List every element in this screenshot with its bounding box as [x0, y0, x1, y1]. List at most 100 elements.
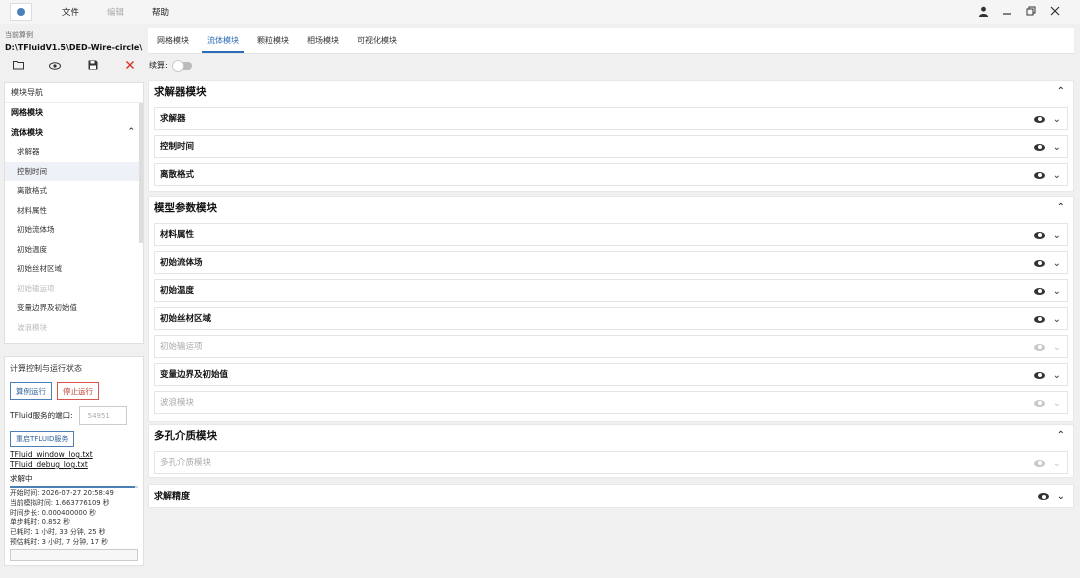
section-precision-header[interactable]: 求解精度 ⌄	[149, 485, 1073, 509]
section-solver: 求解器模块 ⌃ 求解器 ⌄ 控制时间 ⌄ 离散格式 ⌄	[148, 80, 1074, 192]
debug-log-link[interactable]: TFluid_debug_log.txt	[10, 460, 138, 469]
row-initial-flow[interactable]: 初始流体场 ⌄	[154, 251, 1068, 274]
run-status: 求解中	[10, 474, 33, 483]
title-bar: 文件 编辑 帮助	[0, 0, 1080, 24]
nav-item-initial-flow[interactable]: 初始流体场	[5, 220, 143, 240]
eye-icon[interactable]	[48, 60, 62, 73]
section-model-params: 模型参数模块 ⌃ 材料属性 ⌄ 初始流体场 ⌄ 初始温度 ⌄ 初始丝材区域 ⌄ 初…	[148, 196, 1074, 422]
nav-item-wave[interactable]: 波浪模块	[5, 318, 143, 338]
tab-particle[interactable]: 颗粒模块	[248, 28, 298, 53]
chevron-down-icon[interactable]: ⌄	[1053, 224, 1061, 247]
folder-icon[interactable]	[11, 60, 25, 73]
eye-icon[interactable]	[1034, 364, 1045, 387]
left-panel: 当前算例 D:\TFluidV1.5\DED-Wire-circle\D... …	[0, 26, 146, 578]
section-porous: 多孔介质模块 ⌃ 多孔介质模块 ⌄	[148, 424, 1074, 478]
menu-help[interactable]: 帮助	[138, 6, 183, 18]
run-case-button[interactable]: 算例运行	[10, 382, 52, 400]
row-material[interactable]: 材料属性 ⌄	[154, 223, 1068, 246]
chevron-down-icon[interactable]: ⌄	[1053, 280, 1061, 303]
minimize-icon[interactable]	[1000, 4, 1014, 18]
nav-item-fluid[interactable]: 流体模块 ⌃	[5, 123, 143, 143]
nav-item-solver[interactable]: 求解器	[5, 142, 143, 162]
window-controls	[976, 4, 1062, 18]
menu-edit[interactable]: 编辑	[93, 6, 138, 18]
chevron-down-icon[interactable]: ⌄	[1053, 452, 1061, 475]
eye-icon[interactable]	[1038, 485, 1049, 509]
main-panel: 网格模块 流体模块 颗粒模块 相场模块 可视化模块 续算: 求解器模块 ⌃ 求解器…	[148, 26, 1074, 578]
restore-icon[interactable]	[1024, 4, 1038, 18]
nav-item-mesh[interactable]: 网格模块	[5, 103, 143, 123]
case-path: D:\TFluidV1.5\DED-Wire-circle\D...	[5, 43, 143, 52]
eye-icon[interactable]	[1034, 136, 1045, 159]
chevron-down-icon[interactable]: ⌄	[1053, 108, 1061, 131]
chevron-down-icon[interactable]: ⌄	[1053, 164, 1061, 187]
restart-calc: 续算:	[149, 59, 192, 72]
chevron-down-icon[interactable]: ⌄	[1053, 336, 1061, 359]
close-icon[interactable]	[1048, 4, 1062, 18]
chevron-down-icon[interactable]: ⌄	[1053, 136, 1061, 159]
nav-scrollbar[interactable]	[139, 103, 143, 243]
info-step-cost: 单步耗时: 0.852 秒	[10, 518, 71, 527]
run-info: 开始时间: 2026-07-27 20:58:49 当前模拟时间: 1.6637…	[10, 489, 138, 548]
section-model-params-header[interactable]: 模型参数模块 ⌃	[149, 197, 1073, 219]
row-boundary[interactable]: 变量边界及初始值 ⌄	[154, 363, 1068, 386]
nav-item-initial-temp[interactable]: 初始温度	[5, 240, 143, 260]
save-icon[interactable]	[86, 60, 100, 73]
chevron-down-icon[interactable]: ⌄	[1053, 392, 1061, 415]
nav-item-control-time[interactable]: 控制时间	[5, 161, 143, 181]
nav-item-discretization[interactable]: 离散格式	[5, 181, 143, 201]
restart-service-button[interactable]: 重启TFLUID服务	[10, 431, 75, 447]
section-precision[interactable]: 求解精度 ⌄	[148, 484, 1074, 508]
window-log-link[interactable]: TFluid_window_log.txt	[10, 450, 138, 459]
eye-icon[interactable]	[1034, 252, 1045, 275]
row-control-time[interactable]: 控制时间 ⌄	[154, 135, 1068, 158]
row-solver[interactable]: 求解器 ⌄	[154, 107, 1068, 130]
eye-icon[interactable]	[1034, 452, 1045, 475]
chevron-down-icon[interactable]: ⌄	[1057, 485, 1065, 509]
tab-mesh[interactable]: 网格模块	[148, 28, 198, 53]
stop-run-button[interactable]: 停止运行	[57, 382, 99, 400]
row-initial-temp[interactable]: 初始温度 ⌄	[154, 279, 1068, 302]
row-wave[interactable]: 波浪模块 ⌄	[154, 391, 1068, 414]
chevron-up-icon: ⌃	[1056, 202, 1065, 213]
info-start-time: 开始时间: 2026-07-27 20:58:49	[10, 489, 114, 497]
nav-item-initial-transport[interactable]: 初始输运项	[5, 279, 143, 299]
eye-icon[interactable]	[1034, 224, 1045, 247]
info-time-step: 时间步长: 0.000400000 秒	[10, 508, 96, 517]
chevron-up-icon: ⌃	[127, 126, 135, 137]
module-tabs: 网格模块 流体模块 颗粒模块 相场模块 可视化模块	[148, 28, 1074, 54]
eye-icon[interactable]	[1034, 164, 1045, 187]
menu-file[interactable]: 文件	[48, 6, 93, 18]
nav-item-initial-wire[interactable]: 初始丝材区域	[5, 259, 143, 279]
eye-icon[interactable]	[1034, 336, 1045, 359]
chevron-up-icon: ⌃	[1056, 430, 1065, 441]
tab-visualization[interactable]: 可视化模块	[348, 28, 406, 53]
row-porous[interactable]: 多孔介质模块 ⌄	[154, 451, 1068, 474]
row-initial-wire[interactable]: 初始丝材区域 ⌄	[154, 307, 1068, 330]
chevron-down-icon[interactable]: ⌄	[1053, 364, 1061, 387]
port-input[interactable]: 54951	[78, 406, 127, 425]
eye-icon[interactable]	[1034, 392, 1045, 415]
app-logo	[10, 3, 32, 21]
case-label: 当前算例	[5, 31, 33, 39]
eye-icon[interactable]	[1034, 280, 1045, 303]
eye-icon[interactable]	[1034, 308, 1045, 331]
nav-item-material[interactable]: 材料属性	[5, 201, 143, 221]
nav-item-boundary[interactable]: 变量边界及初始值	[5, 298, 143, 318]
row-initial-transport[interactable]: 初始输运项 ⌄	[154, 335, 1068, 358]
log-textarea[interactable]	[10, 549, 138, 561]
chevron-down-icon[interactable]: ⌄	[1053, 308, 1061, 331]
nav-title: 模块导航	[5, 83, 143, 103]
section-solver-header[interactable]: 求解器模块 ⌃	[149, 81, 1073, 103]
chevron-down-icon[interactable]: ⌄	[1053, 252, 1061, 275]
tab-phase-field[interactable]: 相场模块	[298, 28, 348, 53]
row-discretization[interactable]: 离散格式 ⌄	[154, 163, 1068, 186]
close-case-icon[interactable]	[123, 60, 137, 73]
current-case: 当前算例 D:\TFluidV1.5\DED-Wire-circle\D...	[5, 30, 143, 78]
info-estimate: 预估耗时: 3 小时, 7 分钟, 17 秒	[10, 537, 109, 546]
restart-calc-toggle[interactable]	[171, 59, 192, 72]
eye-icon[interactable]	[1034, 108, 1045, 131]
tab-fluid[interactable]: 流体模块	[198, 28, 248, 53]
section-porous-header[interactable]: 多孔介质模块 ⌃	[149, 425, 1073, 447]
user-icon[interactable]	[976, 4, 990, 18]
